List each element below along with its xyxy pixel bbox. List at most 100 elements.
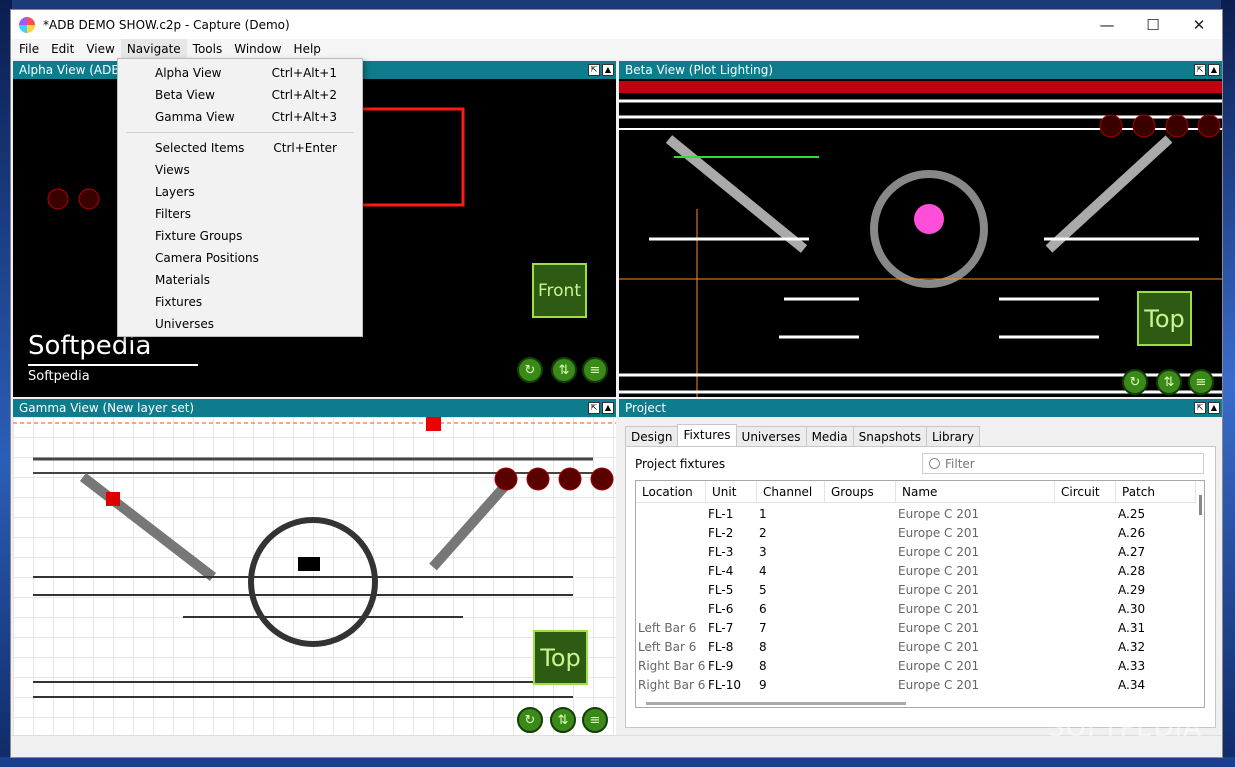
undock-icon[interactable]: ⇱ [1194,64,1206,76]
menu-item-views[interactable]: Views [118,159,362,181]
gamma-plot [13,417,616,698]
rotate-icon[interactable]: ↻ [1122,369,1148,395]
beta-view-pane[interactable]: Beta View (Plot Lighting) ⇱ ▲ Top ↻ ⇅ ≡ [619,61,1222,397]
col-channel[interactable]: Channel [757,481,825,503]
tab-fixtures[interactable]: Fixtures [677,424,737,446]
rotate-icon[interactable]: ↻ [517,357,543,383]
project-fixtures-label: Project fixtures [635,457,726,471]
col-groups[interactable]: Groups [825,481,896,503]
col-location[interactable]: Location [636,481,706,503]
menu-item-materials[interactable]: Materials [118,269,362,291]
menu-item-gamma-view[interactable]: Gamma View Ctrl+Alt+3 [118,106,362,128]
filter-input[interactable]: Filter [922,453,1204,474]
table-row[interactable]: FL-5 5 Europe C 201 A.29 [636,581,1196,600]
table-row[interactable]: FL-2 2 Europe C 201 A.26 [636,524,1196,543]
table-row[interactable]: FL-6 6 Europe C 201 A.30 [636,600,1196,619]
cell-channel: 9 [759,678,767,692]
col-unit[interactable]: Unit [706,481,757,503]
maximize-pane-icon[interactable]: ▲ [1208,64,1220,76]
cell-channel: 3 [759,545,767,559]
red-gizmo [47,188,69,210]
project-tabs: Design Fixtures Universes Media Snapshot… [625,424,980,446]
alpha-view-title: Alpha View (ADB) [19,63,125,77]
vertical-scrollbar[interactable] [1199,495,1202,515]
maximize-pane-icon[interactable]: ▲ [602,402,614,414]
capture-app-icon [19,16,35,33]
red-gizmo [1165,114,1189,138]
menu-edit[interactable]: Edit [45,39,80,59]
cell-location: Right Bar 6 [638,659,706,673]
table-row[interactable]: FL-4 4 Europe C 201 A.28 [636,562,1196,581]
cell-patch: A.29 [1118,583,1146,597]
menu-help[interactable]: Help [288,39,327,59]
table-row[interactable]: FL-1 1 Europe C 201 A.25 [636,505,1196,524]
table-row[interactable]: Left Bar 6 FL-8 8 Europe C 201 A.32 [636,638,1196,657]
maximize-pane-icon[interactable]: ▲ [602,64,614,76]
rotate-icon[interactable]: ↻ [517,707,543,733]
menu-navigate[interactable]: Navigate [120,39,187,59]
cell-location: Left Bar 6 [638,640,697,654]
cell-groups [825,562,896,581]
swap-icon[interactable]: ⇅ [1156,369,1182,395]
col-circuit[interactable]: Circuit [1055,481,1116,503]
table-row[interactable]: Left Bar 6 FL-7 7 Europe C 201 A.31 [636,619,1196,638]
cell-location: Right Bar 6 [638,678,706,692]
cell-unit: FL-6 [708,602,734,616]
menu-item-universes[interactable]: Universes [118,313,362,335]
menu-window[interactable]: Window [228,39,287,59]
tab-snapshots[interactable]: Snapshots [852,426,927,446]
menu-icon[interactable]: ≡ [582,357,608,383]
minimize-button[interactable]: — [1084,10,1130,39]
table-row[interactable]: FL-3 3 Europe C 201 A.27 [636,543,1196,562]
maximize-pane-icon[interactable]: ▲ [1208,402,1220,414]
beta-viewport[interactable]: Top ↻ ⇅ ≡ [619,79,1222,397]
menu-icon[interactable]: ≡ [582,707,608,733]
col-patch[interactable]: Patch [1116,481,1196,503]
maximize-button[interactable]: ☐ [1130,10,1176,39]
cell-groups [825,600,896,619]
horizontal-scrollbar[interactable] [646,702,906,705]
menu-item-layers[interactable]: Layers [118,181,362,203]
col-name[interactable]: Name [896,481,1055,503]
watermark: SOFTPEDIA [1048,713,1202,743]
undock-icon[interactable]: ⇱ [588,402,600,414]
tab-media[interactable]: Media [805,426,854,446]
filter-placeholder: Filter [945,456,975,471]
red-border-strip [619,81,1222,93]
menu-icon[interactable]: ≡ [1188,369,1214,395]
top-view-button[interactable]: Top [1137,291,1192,346]
menu-item-fixture-groups[interactable]: Fixture Groups [118,225,362,247]
menu-item-alpha-view[interactable]: Alpha View Ctrl+Alt+1 [118,62,362,84]
gamma-view-title: Gamma View (New layer set) [19,401,195,415]
gamma-viewport[interactable]: Top ↻ ⇅ ≡ [13,417,616,736]
menu-item-filters[interactable]: Filters [118,203,362,225]
menu-item-fixtures[interactable]: Fixtures [118,291,362,313]
table-row[interactable]: Right Bar 6 FL-9 8 Europe C 201 A.33 [636,657,1196,676]
menu-item-selected-items[interactable]: Selected Items Ctrl+Enter [118,137,362,159]
cell-circuit [1055,657,1116,676]
menu-file[interactable]: File [13,39,45,59]
cell-circuit [1055,543,1116,562]
title-bar[interactable]: *ADB DEMO SHOW.c2p - Capture (Demo) — ☐ … [11,10,1222,39]
top-view-button[interactable]: Top [533,630,588,685]
table-row[interactable]: Right Bar 6 FL-10 9 Europe C 201 A.34 [636,676,1196,695]
menu-item-camera-positions[interactable]: Camera Positions [118,247,362,269]
menu-view[interactable]: View [80,39,120,59]
undock-icon[interactable]: ⇱ [1194,402,1206,414]
front-view-button[interactable]: Front [532,263,587,318]
menu-bar: File Edit View Navigate Tools Window Hel… [11,39,1222,59]
desktop-edge-bottom [0,757,1235,767]
swap-icon[interactable]: ⇅ [550,707,576,733]
menu-tools[interactable]: Tools [187,39,229,59]
close-button[interactable]: ✕ [1176,10,1222,39]
gamma-view-pane[interactable]: Gamma View (New layer set) ⇱ ▲ Top ↻ ⇅ ≡ [13,399,616,736]
tab-library[interactable]: Library [925,426,980,446]
cell-name: Europe C 201 [898,507,980,521]
navigate-menu: Alpha View Ctrl+Alt+1 Beta View Ctrl+Alt+2… [117,58,363,337]
swap-icon[interactable]: ⇅ [551,357,577,383]
tab-design[interactable]: Design [625,426,679,446]
cell-unit: FL-1 [708,507,734,521]
tab-universes[interactable]: Universes [735,426,807,446]
undock-icon[interactable]: ⇱ [588,64,600,76]
menu-item-beta-view[interactable]: Beta View Ctrl+Alt+2 [118,84,362,106]
